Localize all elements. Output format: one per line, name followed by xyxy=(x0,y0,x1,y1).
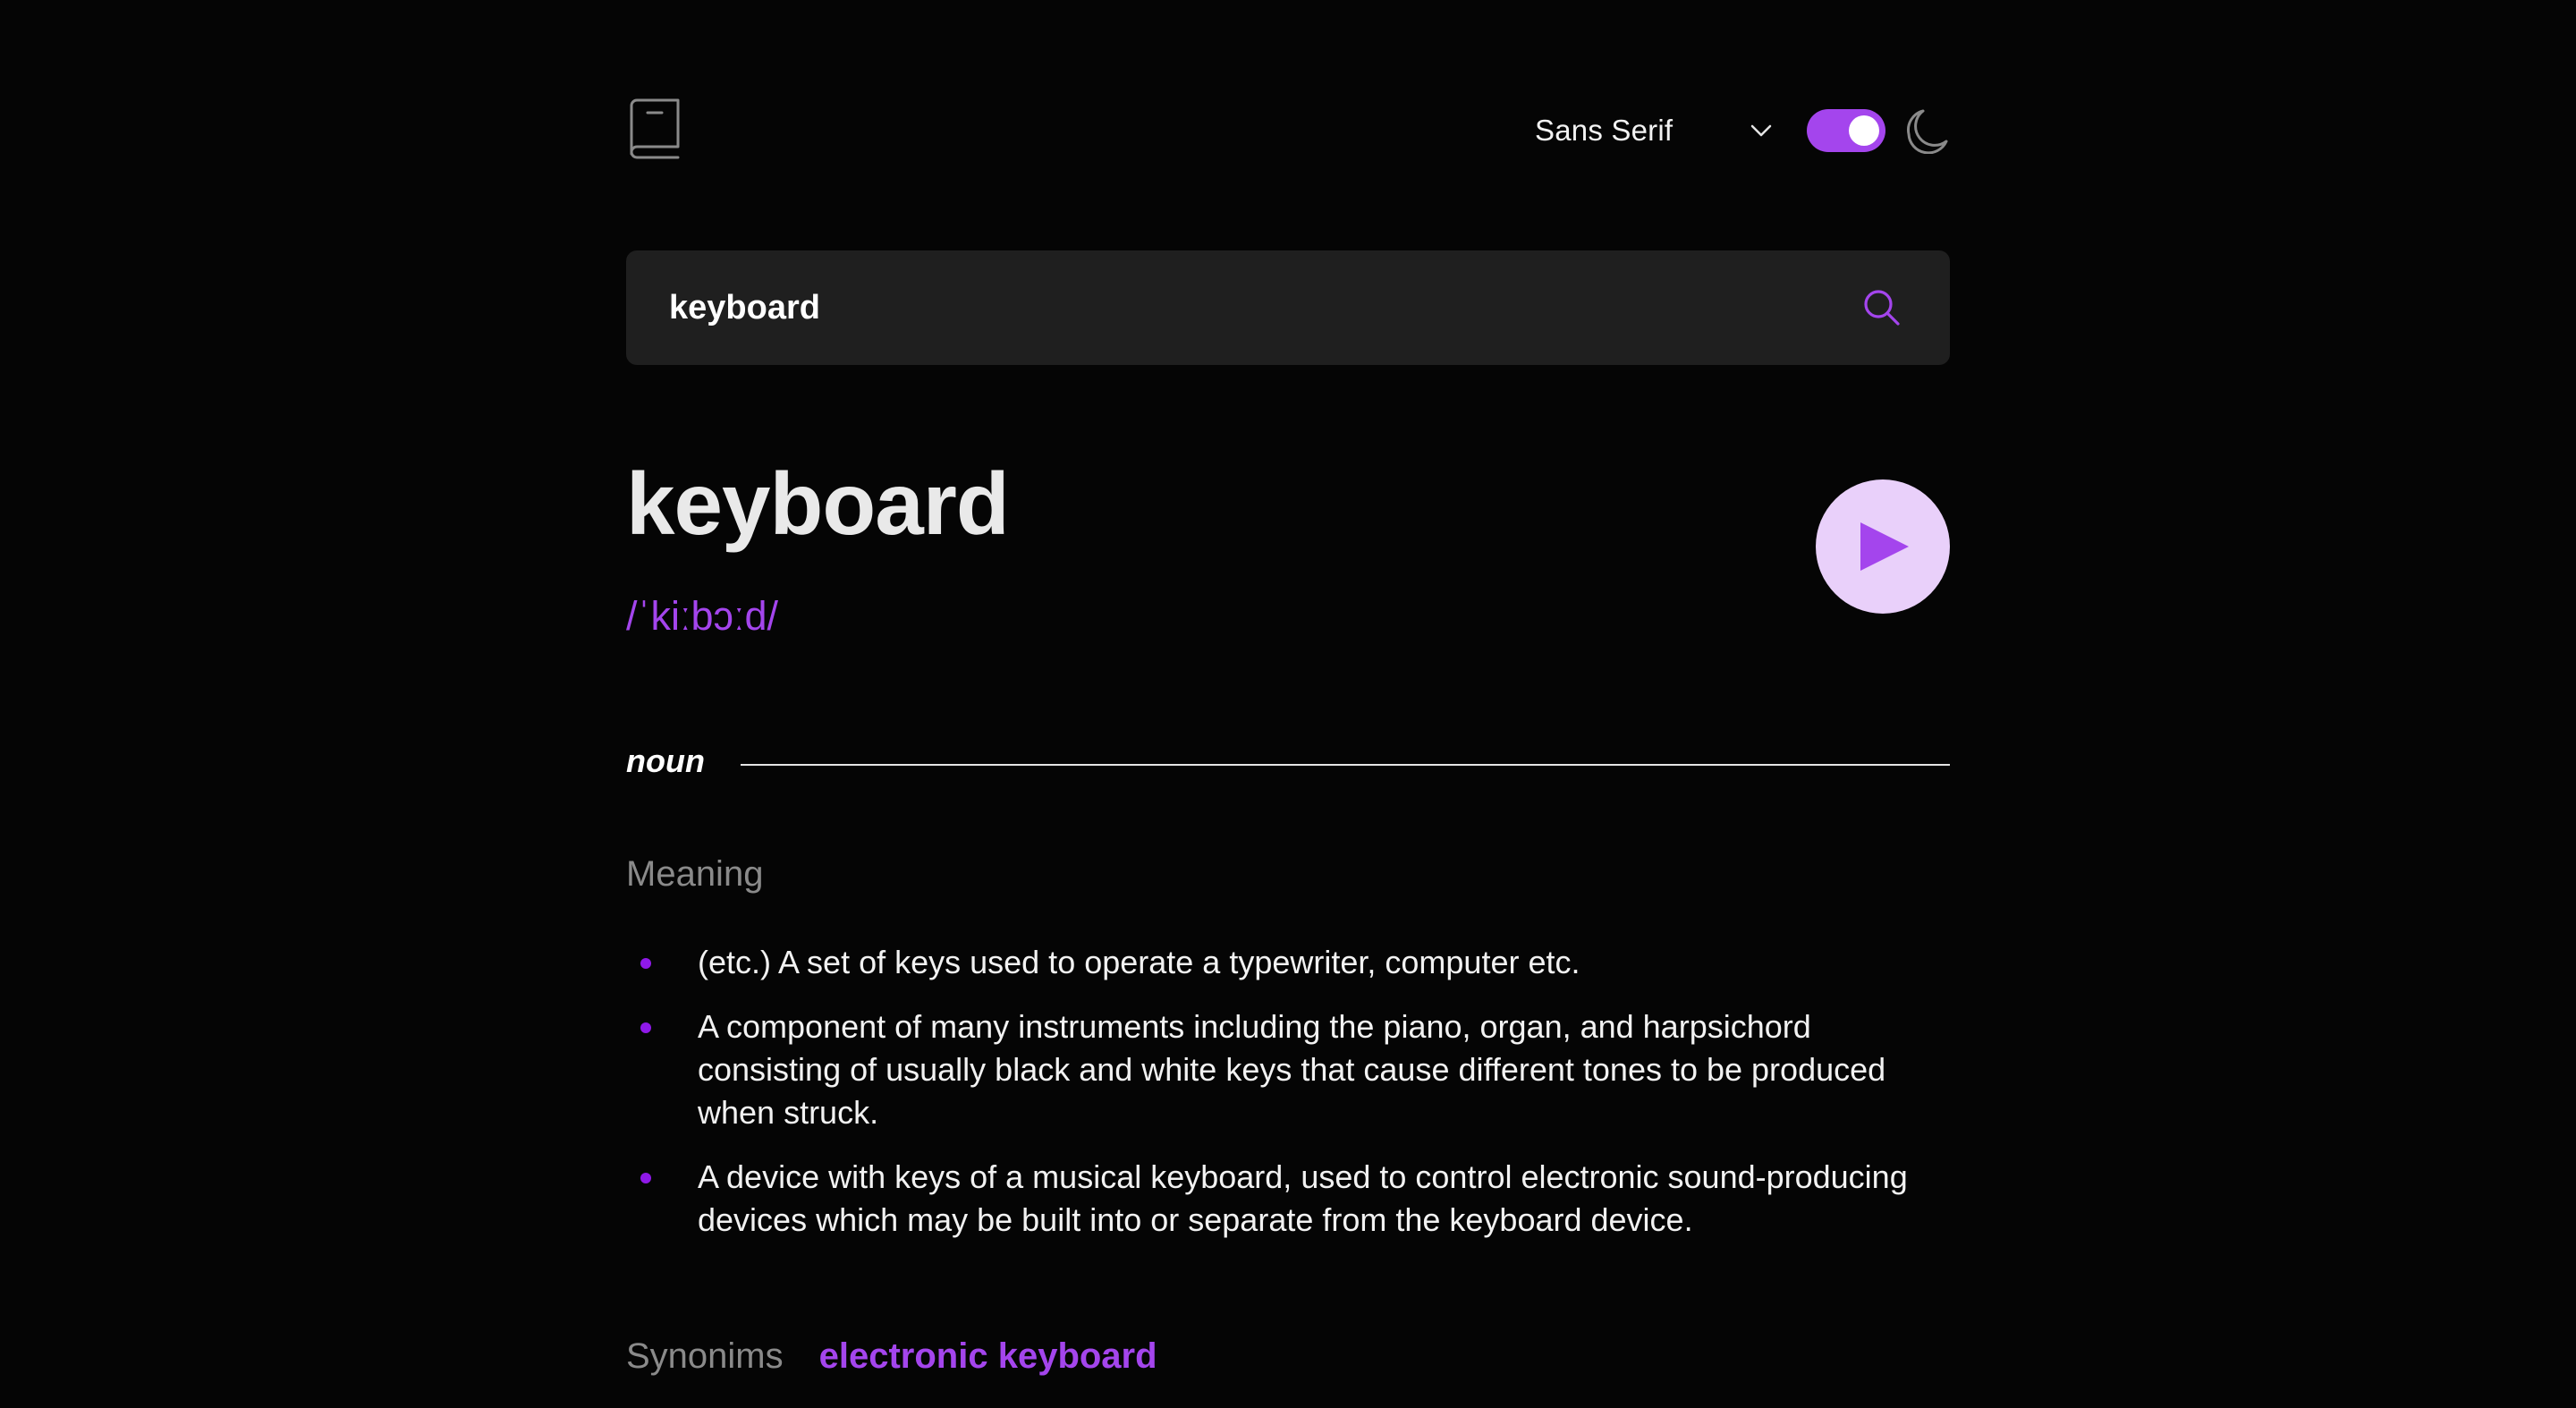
toggle-knob xyxy=(1849,115,1879,146)
list-item: A component of many instruments includin… xyxy=(626,1005,1950,1134)
book-icon[interactable] xyxy=(626,98,683,161)
bullet-icon xyxy=(640,1173,651,1183)
part-of-speech: noun xyxy=(626,742,705,779)
synonym-link[interactable]: electronic keyboard xyxy=(819,1336,1157,1377)
meaning-heading: Meaning xyxy=(626,854,764,894)
part-of-speech-row: noun xyxy=(626,742,1950,787)
bullet-icon xyxy=(640,958,651,969)
search-input[interactable] xyxy=(669,250,1832,365)
list-item: (etc.) A set of keys used to operate a t… xyxy=(626,941,1950,984)
search-box xyxy=(626,250,1950,365)
phonetic: /ˈkiːbɔːd/ xyxy=(626,593,779,639)
synonyms-label: Synonims xyxy=(626,1336,784,1376)
definition-text: A component of many instruments includin… xyxy=(698,1008,1886,1131)
bullet-icon xyxy=(640,1022,651,1033)
play-button[interactable] xyxy=(1816,479,1950,614)
definitions-list: (etc.) A set of keys used to operate a t… xyxy=(626,941,1950,1263)
search-icon[interactable] xyxy=(1862,288,1902,327)
divider xyxy=(741,764,1950,766)
list-item: A device with keys of a musical keyboard… xyxy=(626,1156,1950,1242)
word-title: keyboard xyxy=(626,454,1010,553)
header: Sans Serif xyxy=(626,98,1950,165)
theme-toggle[interactable] xyxy=(1807,109,1885,152)
font-select[interactable]: Sans Serif xyxy=(1535,107,1773,154)
play-icon xyxy=(1860,522,1909,571)
chevron-down-icon xyxy=(1751,124,1772,137)
synonyms-row: Synonims electronic keyboard xyxy=(626,1336,1157,1383)
app-window: Sans Serif keyboard /ˈkiːbɔːd/ xyxy=(0,0,2576,1408)
moon-icon[interactable] xyxy=(1905,107,1950,154)
definition-text: A device with keys of a musical keyboard… xyxy=(698,1158,1908,1238)
font-select-label: Sans Serif xyxy=(1535,114,1674,147)
definition-text: (etc.) A set of keys used to operate a t… xyxy=(698,944,1580,980)
